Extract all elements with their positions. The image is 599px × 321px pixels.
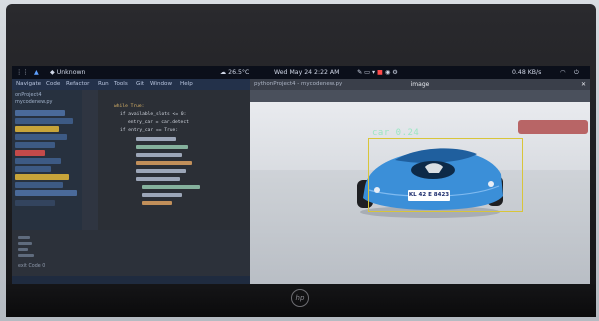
tree-item[interactable]: [15, 134, 67, 140]
console-line: [18, 248, 28, 251]
license-plate: KL 42 E 8423: [408, 190, 450, 201]
hp-logo: hp: [291, 289, 309, 307]
console-line: [18, 242, 32, 245]
code-line: entry_car = car.detect: [128, 120, 189, 125]
menu-run[interactable]: Run: [98, 79, 109, 90]
code-line: [136, 137, 176, 141]
code-line: [142, 201, 172, 205]
background-object: [518, 120, 588, 134]
file-tab[interactable]: mycodenew.py: [15, 99, 53, 105]
apps-icon[interactable]: ⋮⋮: [16, 66, 28, 79]
ide-status-bar: [12, 276, 250, 284]
console-exit-text: exit Code 0: [18, 264, 46, 269]
laptop-screen: ⋮⋮ ▲ ◆ Unknown ☁ 26.5°C Wed May 24 2:22 …: [12, 66, 590, 284]
window-title: pythonProject4 - mycodenew.py: [254, 81, 343, 87]
ide-menu-bar: Navigate Code Refactor Run Tools Git Win…: [12, 79, 250, 90]
menu-refactor[interactable]: Refactor: [66, 79, 89, 90]
photo: ⋮⋮ ▲ ◆ Unknown ☁ 26.5°C Wed May 24 2:22 …: [0, 0, 599, 321]
code-line: [142, 193, 182, 197]
line-number-gutter: [82, 90, 98, 230]
console-line: [18, 236, 30, 239]
image-toolbar: [250, 90, 590, 102]
detection-label: car 0.24: [372, 128, 420, 138]
menu-help[interactable]: Help: [180, 79, 193, 90]
code-line: [136, 169, 186, 173]
tree-item[interactable]: [15, 110, 65, 116]
image-window-titlebar: pythonProject4 - mycodenew.py image ✕: [250, 79, 590, 90]
clock[interactable]: Wed May 24 2:22 AM: [274, 66, 340, 79]
ide-window: Navigate Code Refactor Run Tools Git Win…: [12, 79, 250, 284]
wifi-icon[interactable]: ◠: [560, 66, 565, 79]
tree-item[interactable]: [15, 158, 61, 164]
menu-code[interactable]: Code: [46, 79, 60, 90]
project-panel: onProject4 mycodenew.py: [12, 90, 82, 230]
tree-item[interactable]: [15, 182, 63, 188]
logo-icon: ▲: [34, 69, 39, 76]
weather-status: ☁ 26.5°C: [220, 69, 250, 76]
tree-item[interactable]: [15, 174, 69, 180]
app-label: Unknown: [56, 69, 86, 76]
code-line: if entry_car == True:: [120, 128, 179, 133]
menu-git[interactable]: Git: [136, 79, 144, 90]
menu-window[interactable]: Window: [150, 79, 172, 90]
power-icon[interactable]: ⏻: [574, 66, 579, 79]
code-line: [136, 153, 182, 157]
tree-item[interactable]: [15, 190, 77, 196]
code-line: [136, 161, 192, 165]
code-line: [142, 185, 200, 189]
net-speed: 0.48 KB/s: [512, 69, 542, 76]
image-window-title: image: [410, 81, 430, 88]
console-line: [18, 254, 34, 257]
tray-icons: ✎ ▭ ▾ ■ ◉ ⚙: [357, 69, 398, 76]
code-line: [136, 145, 188, 149]
tree-item[interactable]: [15, 126, 59, 132]
tree-item[interactable]: [15, 118, 73, 124]
tree-item[interactable]: [15, 142, 55, 148]
tree-item[interactable]: [15, 200, 55, 206]
tree-item[interactable]: [15, 150, 45, 156]
code-line: if available_slots <= 0:: [120, 112, 187, 117]
close-icon[interactable]: ✕: [581, 79, 586, 90]
app-indicator[interactable]: ◆ Unknown: [50, 66, 85, 79]
menu-tools[interactable]: Tools: [114, 79, 128, 90]
menu-navigate[interactable]: Navigate: [16, 79, 41, 90]
weather-label: 26.5°C: [228, 69, 250, 76]
code-line: [136, 177, 180, 181]
tree-item[interactable]: [15, 166, 51, 172]
camera-frame: car 0.24 KL 42 E 8423: [250, 102, 590, 284]
code-editor[interactable]: while True: if available_slots <= 0: ent…: [98, 90, 250, 230]
code-line: while True:: [114, 104, 145, 109]
project-title[interactable]: onProject4: [15, 92, 42, 98]
image-window: pythonProject4 - mycodenew.py image ✕ ca…: [250, 79, 590, 284]
system-top-bar: ⋮⋮ ▲ ◆ Unknown ☁ 26.5°C Wed May 24 2:22 …: [12, 66, 590, 79]
